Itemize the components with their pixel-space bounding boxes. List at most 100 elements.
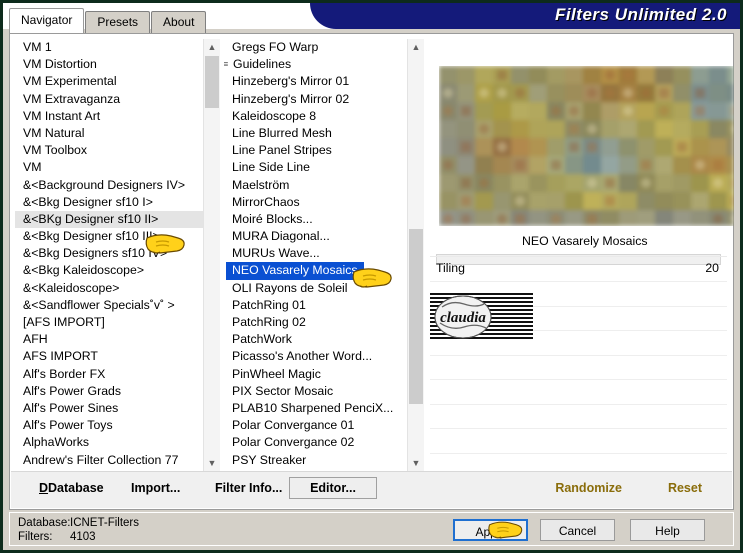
scroll-down-icon[interactable]: ▼	[408, 455, 424, 471]
database-button[interactable]: DDatabase	[39, 481, 104, 495]
category-list[interactable]: VM 1 VM Distortion VM Experimental VM Extra…	[15, 39, 220, 471]
parameter-value: 20	[705, 261, 719, 275]
list-item[interactable]: PatchWork	[224, 331, 407, 348]
list-item[interactable]: Alf's Border FX	[15, 366, 203, 383]
list-item[interactable]: AlphaWorks	[15, 434, 203, 451]
cancel-button[interactable]: Cancel	[540, 519, 615, 541]
editor-button-label: Editor...	[310, 481, 356, 495]
list-item[interactable]: MirrorChaos	[224, 194, 407, 211]
tab-strip: Navigator Presets About	[9, 8, 207, 33]
list-item-selected[interactable]: NEO Vasarely Mosaics	[226, 262, 364, 280]
list-item[interactable]: Alf's Power Toys	[15, 417, 203, 434]
tab-presets[interactable]: Presets	[85, 11, 151, 33]
list-item[interactable]: Alf's Power Sines	[15, 400, 203, 417]
list-item[interactable]: ≡ Guidelines	[224, 56, 407, 73]
list-item[interactable]: PSY Streaker	[224, 452, 407, 469]
import-button-label: Import...	[131, 481, 181, 495]
parameter-row-empty	[430, 356, 727, 380]
list-item[interactable]: VM Extravaganza	[15, 91, 203, 108]
list-item[interactable]: VM Toolbox	[15, 142, 203, 159]
status-filters-label: Filters:	[18, 531, 53, 543]
parameter-row-empty	[430, 429, 727, 454]
list-item[interactable]: &<Bkg Designers sf10 IV>	[15, 245, 203, 262]
list-item[interactable]: VM	[15, 159, 203, 176]
list-item[interactable]: Hinzeberg's Mirror 02	[224, 91, 407, 108]
list-item[interactable]: VM Natural	[15, 125, 203, 142]
category-list-items: VM 1 VM Distortion VM Experimental VM Extra…	[15, 39, 203, 471]
list-item[interactable]: PIX Sector Mosaic	[224, 383, 407, 400]
filter-list-items: Gregs FO Warp ≡ Guidelines Hinzeberg's Mirr…	[224, 39, 407, 471]
list-item[interactable]: PatchRing 02	[224, 314, 407, 331]
list-item[interactable]: VM 1	[15, 39, 203, 56]
apply-button[interactable]: Apply	[453, 519, 528, 541]
preview-and-parameters: NEO Vasarely Mosaics Tiling 20 claudia	[430, 34, 734, 509]
list-item[interactable]: &<Bkg Kaleidoscope>	[15, 262, 203, 279]
list-item[interactable]: Line Panel Stripes	[224, 142, 407, 159]
panel-button-bar: DDatabase Import... Filter Info... Edito…	[11, 471, 732, 508]
list-item[interactable]: &<Kaleidoscope>	[15, 280, 203, 297]
database-button-label: Database	[48, 481, 104, 495]
navigator-panel: VM 1 VM Distortion VM Experimental VM Extra…	[9, 33, 734, 510]
filter-preview-image[interactable]	[439, 66, 734, 226]
scrollbar-thumb[interactable]	[205, 56, 219, 108]
list-item[interactable]: &<Background Designers IV>	[15, 177, 203, 194]
parameter-rows: Tiling 20	[430, 256, 727, 478]
list-item[interactable]: Alf's Power Grads	[15, 383, 203, 400]
list-item[interactable]: Maelström	[224, 177, 407, 194]
filter-list-scrollbar[interactable]: ▲ ▼	[407, 39, 424, 471]
list-item[interactable]: AFH	[15, 331, 203, 348]
tab-navigator[interactable]: Navigator	[9, 8, 85, 33]
list-item[interactable]: Kaleidoscope 8	[224, 108, 407, 125]
parameter-row-empty	[430, 405, 727, 429]
filter-list[interactable]: Gregs FO Warp ≡ Guidelines Hinzeberg's Mirr…	[224, 39, 424, 471]
list-item[interactable]: VM Instant Art	[15, 108, 203, 125]
list-item[interactable]: Line Blurred Mesh	[224, 125, 407, 142]
list-item[interactable]: AFS IMPORT	[15, 348, 203, 365]
status-filters-line: Filters: 4103	[18, 531, 96, 543]
parameter-row[interactable]: Tiling 20	[430, 256, 727, 282]
list-item[interactable]: Line Side Line	[224, 159, 407, 176]
list-item[interactable]: Polar Convergance 01	[224, 417, 407, 434]
list-item[interactable]: &<Sandflower Specials˚v˚ >	[15, 297, 203, 314]
list-item[interactable]: VM Distortion	[15, 56, 203, 73]
list-item[interactable]: Picasso's Another Word...	[224, 348, 407, 365]
list-item[interactable]: VM Experimental	[15, 73, 203, 90]
status-database-value: ICNET-Filters	[70, 517, 139, 529]
svg-text:claudia: claudia	[440, 310, 486, 326]
list-item[interactable]: PLAB10 Sharpened PenciX...	[224, 400, 407, 417]
claudia-watermark: claudia	[430, 293, 533, 341]
filter-info-button[interactable]: Filter Info...	[215, 481, 282, 495]
scroll-up-icon[interactable]: ▲	[408, 39, 424, 55]
list-item[interactable]: Moiré Blocks...	[224, 211, 407, 228]
list-item[interactable]: &<Bkg Designer sf10 III>	[15, 228, 203, 245]
list-item[interactable]: &<Bkg Designer sf10 I>	[15, 194, 203, 211]
list-item[interactable]: [AFS IMPORT]	[15, 314, 203, 331]
help-button[interactable]: Help	[630, 519, 705, 541]
import-button[interactable]: Import...	[131, 481, 180, 495]
reset-button[interactable]: Reset	[668, 481, 702, 495]
list-item[interactable]: NEO Vasarely Mosaics	[224, 262, 407, 280]
scroll-down-icon[interactable]: ▼	[204, 455, 220, 471]
list-item[interactable]: PinWheel Magic	[224, 366, 407, 383]
list-item[interactable]: Hinzeberg's Mirror 01	[224, 73, 407, 90]
filters-unlimited-window: Filters Unlimited 2.0 Navigator Presets …	[3, 3, 740, 550]
list-item-selected[interactable]: &<BKg Designer sf10 II>	[15, 210, 203, 229]
editor-button[interactable]: Editor...	[289, 477, 377, 499]
list-item[interactable]: OLI Rayons de Soleil	[224, 280, 407, 297]
scroll-up-icon[interactable]: ▲	[204, 39, 220, 55]
tab-about[interactable]: About	[151, 11, 207, 33]
list-item[interactable]: Andrew's Filter Collection 77	[15, 452, 203, 469]
list-item[interactable]: Gregs FO Warp	[224, 39, 407, 56]
scrollbar-thumb[interactable]	[409, 229, 423, 404]
parameter-row-empty	[430, 380, 727, 405]
category-list-scrollbar[interactable]: ▲ ▼	[203, 39, 220, 471]
app-root: Filters Unlimited 2.0 Navigator Presets …	[0, 0, 743, 553]
list-item[interactable]: MURA Diagonal...	[224, 228, 407, 245]
randomize-button[interactable]: Randomize	[555, 481, 622, 495]
status-database-line: Database:ICNET-Filters	[18, 517, 139, 529]
list-item[interactable]: Polar Convergance 02	[224, 434, 407, 451]
list-item[interactable]: MURUs Wave...	[224, 245, 407, 262]
status-filters-value: 4103	[70, 531, 96, 543]
list-item[interactable]: PatchRing 01	[224, 297, 407, 314]
status-bar: Database:ICNET-Filters Filters: 4103 Appl…	[9, 512, 734, 546]
